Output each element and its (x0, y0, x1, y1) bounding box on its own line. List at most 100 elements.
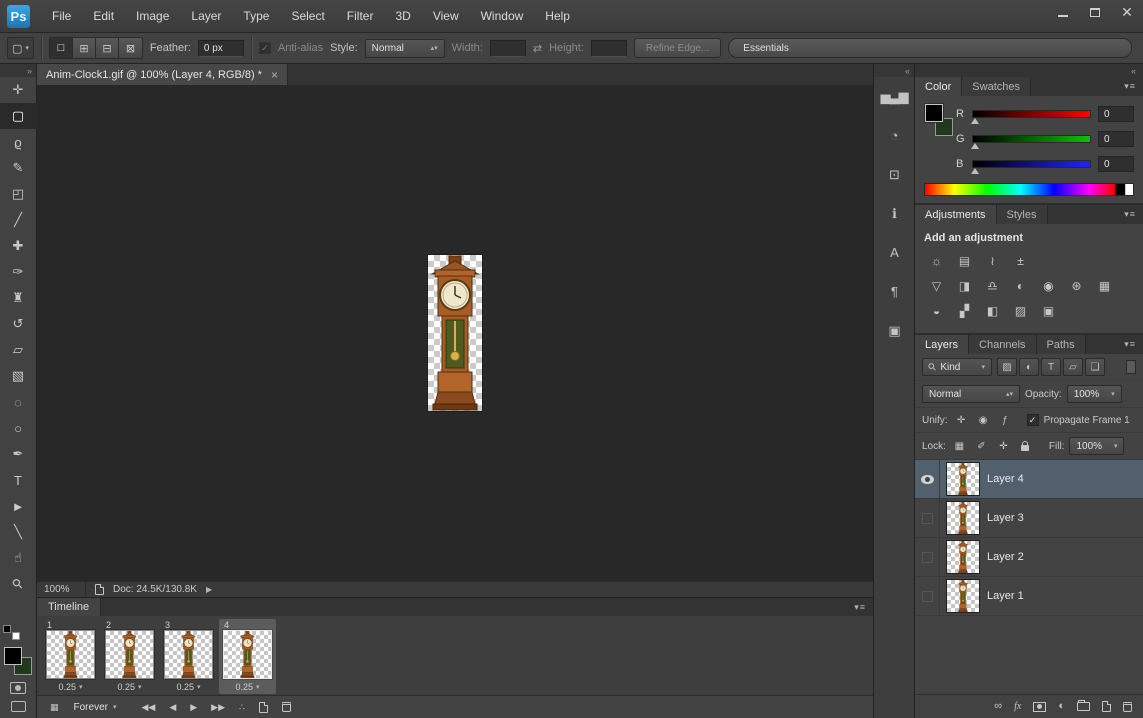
quick-mask-button[interactable] (10, 682, 26, 694)
antialias-checkbox[interactable]: ✓ (258, 42, 271, 54)
adjustments-panel-menu-icon[interactable]: ▾≡ (1117, 209, 1143, 220)
visibility-toggle[interactable] (915, 499, 940, 537)
intersect-selection-button[interactable]: ⊠ (118, 38, 142, 58)
new-adjustment-layer-button[interactable]: ◐ (1058, 701, 1065, 712)
tool-quick-selection[interactable]: ✎ (0, 155, 37, 181)
delete-frame-button[interactable] (276, 696, 297, 718)
tool-hand[interactable]: ☝ (0, 545, 37, 571)
tool-blur[interactable]: ◌ (0, 389, 37, 415)
layer-row-layer-2[interactable]: Layer 2 (915, 538, 1143, 577)
collapsed-panel-character-icon[interactable]: A (874, 233, 915, 272)
layer-name[interactable]: Layer 3 (987, 512, 1024, 524)
slider-thumb-icon[interactable] (971, 168, 979, 174)
visibility-toggle[interactable] (915, 460, 940, 498)
collapsed-panel-clone-source-icon[interactable]: ⊡ (874, 155, 915, 194)
visibility-toggle[interactable] (915, 577, 940, 615)
adjustment-gradient-map-icon[interactable]: ▨ (1008, 301, 1033, 321)
tab-styles[interactable]: Styles (996, 205, 1048, 224)
adjustment-photo-filter-icon[interactable]: ◉ (1036, 276, 1061, 296)
collapsed-panel-properties-icon[interactable]: ◔ (874, 116, 915, 155)
red-value-field[interactable]: 0 (1098, 106, 1134, 122)
tool-preset-picker[interactable]: ▢ ▾ (7, 37, 34, 59)
foreground-color-swatch[interactable] (925, 104, 943, 122)
fill-select[interactable]: 100% ▾ (1069, 437, 1125, 455)
loop-count-select[interactable]: Forever ▾ (67, 702, 124, 713)
tool-crop[interactable]: ◰ (0, 181, 37, 207)
adjustment-channel-mixer-icon[interactable]: ⊛ (1064, 276, 1089, 296)
menu-file[interactable]: File (41, 0, 82, 32)
menu-view[interactable]: View (422, 0, 470, 32)
frame-delay-select[interactable]: 0.25 ▾ (224, 682, 271, 692)
timeline-frame-2[interactable]: 2 0.25 ▾ (101, 619, 158, 694)
frame-delay-select[interactable]: 0.25 ▾ (165, 682, 212, 692)
adjustment-posterize-icon[interactable]: ▞ (952, 301, 977, 321)
tab-paths[interactable]: Paths (1036, 335, 1086, 354)
minimize-button[interactable] (1047, 0, 1079, 24)
lock-position-icon[interactable]: ✛ (995, 438, 1012, 454)
filter-type-layer-button[interactable]: T (1041, 358, 1061, 376)
frame-delay-select[interactable]: 0.25 ▾ (47, 682, 94, 692)
layer-thumbnail[interactable] (947, 541, 979, 573)
layer-row-layer-3[interactable]: Layer 3 (915, 499, 1143, 538)
timeline-frame-1[interactable]: 1 0.25 ▾ (42, 619, 99, 694)
dock-collapse-icon[interactable]: « (1131, 66, 1136, 76)
adjustment-invert-icon[interactable]: ◒ (924, 301, 949, 321)
adjustment-hue-saturation-icon[interactable]: ◨ (952, 276, 977, 296)
layer-thumbnail[interactable] (947, 580, 979, 612)
tab-color[interactable]: Color (915, 77, 963, 96)
tab-swatches[interactable]: Swatches (962, 77, 1031, 96)
tab-adjustments[interactable]: Adjustments (915, 205, 997, 224)
link-layers-button[interactable]: ∞ (994, 701, 1002, 712)
adjustment-brightness-contrast-icon[interactable]: ☼ (924, 251, 949, 271)
tool-spot-healing-brush[interactable]: ✚ (0, 233, 37, 259)
layer-thumbnail[interactable] (947, 463, 979, 495)
blend-mode-select[interactable]: Normal ▴▾ (922, 385, 1020, 403)
tool-type[interactable]: T (0, 467, 37, 493)
timeline-panel-menu-icon[interactable]: ▾≡ (847, 602, 873, 613)
collapsed-panel-histogram-icon[interactable]: ▅▃▆ (874, 77, 915, 116)
first-frame-button[interactable]: ◀◀ (135, 696, 161, 718)
new-selection-button[interactable]: □ (49, 38, 73, 58)
layer-row-layer-1[interactable]: Layer 1 (915, 577, 1143, 616)
add-layer-mask-button[interactable] (1033, 701, 1047, 712)
width-input[interactable] (489, 39, 526, 57)
adjustment-levels-icon[interactable]: ▤ (952, 251, 977, 271)
subtract-from-selection-button[interactable]: ⊟ (95, 38, 119, 58)
lock-transparency-icon[interactable]: ▦ (951, 438, 968, 454)
tab-channels[interactable]: Channels (969, 335, 1037, 354)
tool-clone-stamp[interactable]: ♜ (0, 285, 37, 311)
frame-thumbnail[interactable] (165, 631, 212, 678)
collapsed-panel-3d-icon[interactable]: ▣ (874, 311, 915, 350)
timeline-frame-4-selected[interactable]: 4 0.25 ▾ (219, 619, 276, 694)
layer-style-button[interactable]: fx (1014, 701, 1021, 712)
layers-panel-menu-icon[interactable]: ▾≡ (1117, 339, 1143, 350)
feather-input[interactable]: 0 px (197, 39, 244, 57)
unify-position-icon[interactable]: ✛ (953, 412, 970, 428)
unify-style-icon[interactable]: ƒ (997, 412, 1014, 428)
slider-thumb-icon[interactable] (971, 118, 979, 124)
screen-mode-button[interactable] (10, 701, 26, 712)
unify-visibility-icon[interactable]: ◉ (975, 412, 992, 428)
swap-width-height-icon[interactable]: ⇄ (533, 42, 542, 55)
convert-to-video-timeline-button[interactable]: ▦ (44, 696, 65, 718)
play-button[interactable]: ▶ (184, 696, 203, 718)
menu-help[interactable]: Help (534, 0, 581, 32)
close-button[interactable]: ✕ (1111, 0, 1143, 24)
zoom-level-field[interactable]: 100% (44, 582, 86, 597)
layer-row-layer-4[interactable]: Layer 4 (915, 460, 1143, 499)
tool-move[interactable]: ✛ (0, 77, 37, 103)
foreground-color-swatch[interactable] (4, 647, 22, 665)
menu-window[interactable]: Window (470, 0, 535, 32)
tool-eyedropper[interactable]: ╱ (0, 207, 37, 233)
tool-pen[interactable]: ✒ (0, 441, 37, 467)
adjustment-color-lookup-icon[interactable]: ▦ (1092, 276, 1117, 296)
blue-slider[interactable] (971, 160, 1091, 174)
panel-strip-expand-button[interactable]: « (874, 64, 914, 77)
adjustment-vibrance-icon[interactable]: ▽ (924, 276, 949, 296)
menu-3d[interactable]: 3D (384, 0, 421, 32)
tool-eraser[interactable]: ▱ (0, 337, 37, 363)
menu-select[interactable]: Select (280, 0, 335, 32)
menu-image[interactable]: Image (125, 0, 180, 32)
filter-toggle-switch[interactable] (1126, 360, 1136, 374)
tool-lasso[interactable]: ϱ (0, 129, 37, 155)
